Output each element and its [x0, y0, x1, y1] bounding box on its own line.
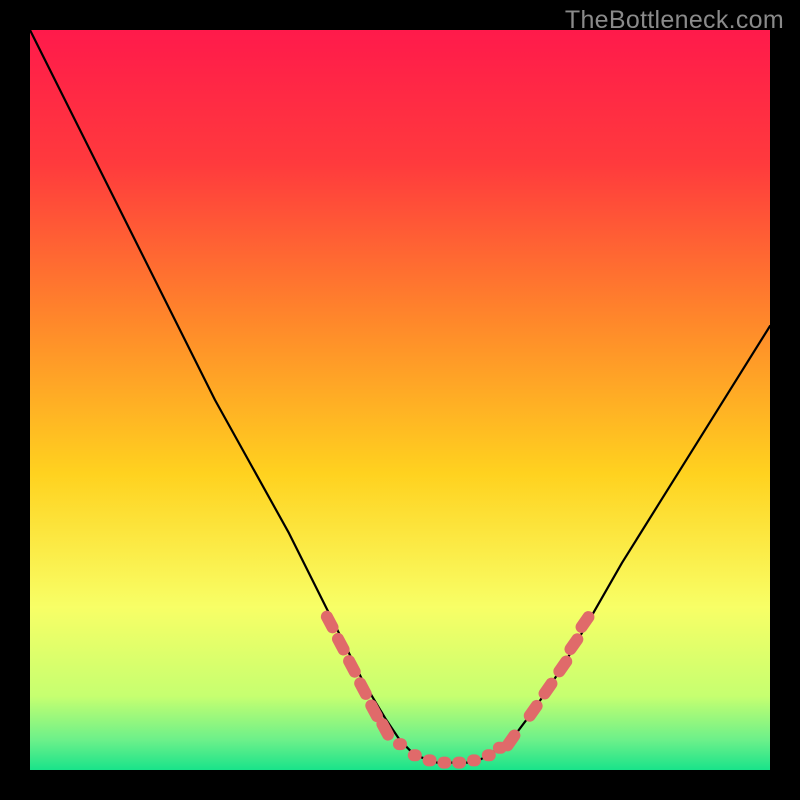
dot-bottom-4 — [437, 757, 451, 769]
dot-bottom-2 — [408, 749, 422, 761]
pill-right-5 — [562, 631, 586, 658]
pill-right-3 — [536, 675, 560, 702]
dot-bottom-5 — [452, 757, 466, 769]
plot-area — [30, 30, 770, 770]
pill-right-4 — [551, 653, 575, 680]
dot-bottom-7 — [482, 749, 496, 761]
chart-frame: TheBottleneck.com — [0, 0, 800, 800]
bottleneck-curve — [30, 30, 770, 763]
curve-layer — [30, 30, 770, 770]
dot-bottom-1 — [393, 738, 407, 750]
pill-left-4 — [352, 675, 374, 702]
watermark-text: TheBottleneck.com — [565, 6, 784, 35]
dot-bottom-3 — [423, 754, 437, 766]
dot-bottom-6 — [467, 754, 481, 766]
marker-group — [319, 609, 597, 769]
